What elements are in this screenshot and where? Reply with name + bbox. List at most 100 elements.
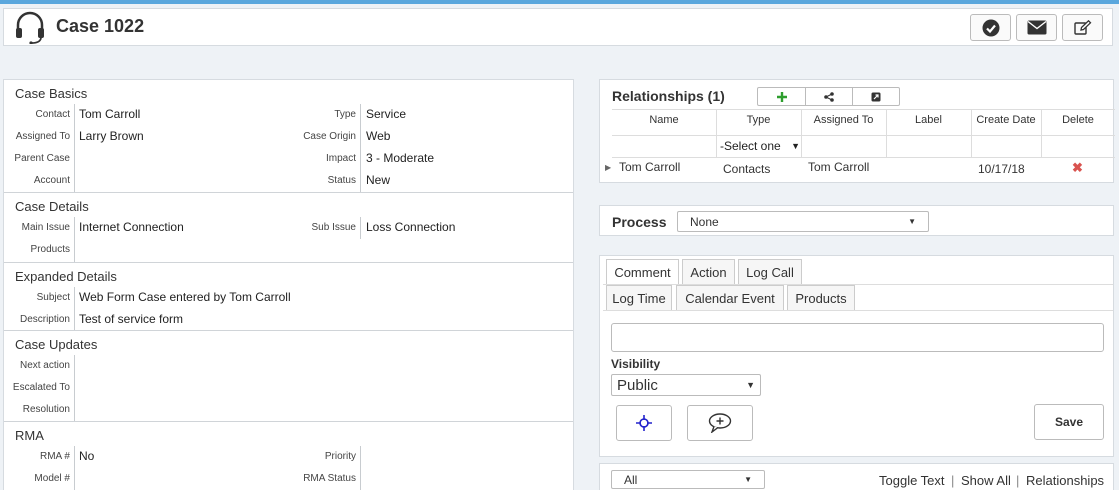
link-separator: |: [1016, 473, 1020, 488]
subject-label: Subject: [36, 292, 70, 303]
priority-label: Priority: [324, 451, 356, 462]
divider: [74, 287, 75, 331]
toggle-text-link[interactable]: Toggle Text: [879, 473, 945, 488]
type-label: Type: [334, 109, 356, 120]
speech-bubble-plus-icon: [708, 413, 732, 433]
model-number-label: Model #: [34, 473, 70, 484]
comment-input[interactable]: [611, 323, 1104, 352]
relationships-title: Relationships (1): [612, 88, 725, 104]
impact-value: 3 - Moderate: [366, 151, 435, 165]
edit-icon: [1073, 19, 1091, 35]
relationship-toolbar: [757, 87, 900, 106]
contact-value[interactable]: Tom Carroll: [79, 107, 140, 121]
activity-filter-select[interactable]: All ▼: [611, 470, 765, 489]
share-relationship-button[interactable]: [806, 88, 853, 105]
impact-label: Impact: [325, 153, 356, 164]
visibility-value: Public: [617, 376, 658, 394]
edit-button[interactable]: [1062, 14, 1103, 41]
divider: [603, 310, 1113, 311]
column-header-name[interactable]: Name: [612, 114, 716, 126]
parent-case-label: Parent Case: [14, 153, 70, 164]
assigned-to-label: Assigned To: [15, 131, 70, 142]
save-button[interactable]: Save: [1034, 404, 1104, 440]
divider: [74, 104, 75, 192]
case-basics-section: Case Basics Contact Tom Carroll Type Ser…: [4, 80, 573, 192]
relationships-link[interactable]: Relationships: [1026, 473, 1104, 488]
column-header-assigned-to[interactable]: Assigned To: [801, 114, 886, 126]
status-value: New: [366, 173, 391, 187]
products-label: Products: [30, 244, 70, 255]
activity-filter-panel: All ▼ Toggle Text | Show All | Relations…: [599, 463, 1114, 490]
top-accent-bar: [0, 0, 1119, 4]
contact-label: Contact: [35, 109, 70, 120]
divider: [612, 135, 1115, 136]
assigned-to-value: Larry Brown: [79, 129, 144, 143]
rma-number-value: No: [79, 449, 95, 463]
type-value: Service: [366, 107, 407, 121]
main-issue-value: Internet Connection: [79, 220, 184, 234]
relationships-panel: Relationships (1) Name Type Assigned To …: [599, 79, 1115, 183]
share-icon: [824, 91, 834, 102]
process-select[interactable]: None ▼: [677, 211, 929, 232]
caret-down-icon: ▼: [744, 475, 752, 484]
page-title: Case 1022: [56, 16, 145, 36]
activity-panel: Comment Action Log Call Log Time Calenda…: [599, 255, 1114, 457]
email-button[interactable]: [1016, 14, 1057, 41]
section-title: Expanded Details: [15, 269, 117, 284]
add-comment-button[interactable]: [687, 405, 753, 441]
type-filter-select[interactable]: -Select one ▼: [720, 138, 800, 154]
caret-down-icon: ▼: [791, 141, 800, 151]
case-info-panel: Case Basics Contact Tom Carroll Type Ser…: [3, 79, 574, 490]
column-header-type[interactable]: Type: [716, 114, 801, 126]
next-action-label: Next action: [19, 360, 70, 371]
delete-icon[interactable]: ✖: [1072, 160, 1083, 176]
sub-issue-label: Sub Issue: [311, 222, 356, 233]
tab-log-time[interactable]: Log Time: [606, 285, 672, 310]
divider: [360, 104, 361, 192]
visibility-label: Visibility: [611, 357, 661, 371]
description-value: Test of service form: [79, 312, 184, 326]
tab-calendar-event[interactable]: Calendar Event: [676, 285, 784, 310]
activity-filter-value: All: [624, 472, 638, 487]
headset-icon: [16, 11, 44, 44]
add-relationship-button[interactable]: [758, 88, 806, 105]
row-assigned-to: Tom Carroll: [808, 160, 870, 174]
process-panel: Process None ▼: [599, 205, 1114, 236]
crosshair-icon: [636, 415, 652, 431]
tab-action[interactable]: Action: [682, 259, 735, 284]
plus-icon: [776, 91, 787, 102]
tab-log-call[interactable]: Log Call: [738, 259, 802, 284]
column-header-create-date[interactable]: Create Date: [971, 114, 1041, 126]
column-header-delete[interactable]: Delete: [1041, 114, 1115, 126]
case-updates-section: Case Updates Next action Escalated To Re…: [4, 330, 573, 421]
tab-comment[interactable]: Comment: [606, 259, 679, 284]
tab-products[interactable]: Products: [787, 285, 855, 310]
account-label: Account: [33, 175, 70, 186]
column-header-label[interactable]: Label: [886, 114, 971, 126]
check-circle-icon: [982, 19, 999, 36]
sub-issue-value: Loss Connection: [366, 220, 456, 234]
status-label: Status: [327, 175, 356, 186]
location-button[interactable]: [616, 405, 672, 441]
main-issue-label: Main Issue: [21, 222, 70, 233]
type-filter-value: -Select one: [720, 139, 781, 153]
row-create-date: 10/17/18: [978, 162, 1025, 176]
link-separator: |: [951, 473, 955, 488]
show-all-link[interactable]: Show All: [961, 473, 1011, 488]
expand-arrow-icon[interactable]: ▶: [605, 163, 611, 172]
case-origin-value: Web: [366, 129, 391, 143]
visibility-select[interactable]: Public ▼: [611, 374, 761, 396]
link-box-icon: [871, 92, 881, 101]
case-origin-label: Case Origin: [303, 131, 356, 142]
envelope-icon: [1027, 20, 1046, 35]
row-type: Contacts: [723, 162, 771, 176]
divider: [360, 217, 361, 239]
link-relationship-button[interactable]: [853, 88, 899, 105]
divider: [74, 446, 75, 490]
case-details-section: Case Details Main Issue Internet Connect…: [4, 192, 573, 262]
complete-button[interactable]: [970, 14, 1011, 41]
process-value: None: [690, 214, 719, 229]
row-name[interactable]: Tom Carroll: [619, 160, 680, 174]
section-title: Case Details: [15, 199, 89, 214]
subject-value: Web Form Case entered by Tom Carroll: [79, 290, 291, 304]
